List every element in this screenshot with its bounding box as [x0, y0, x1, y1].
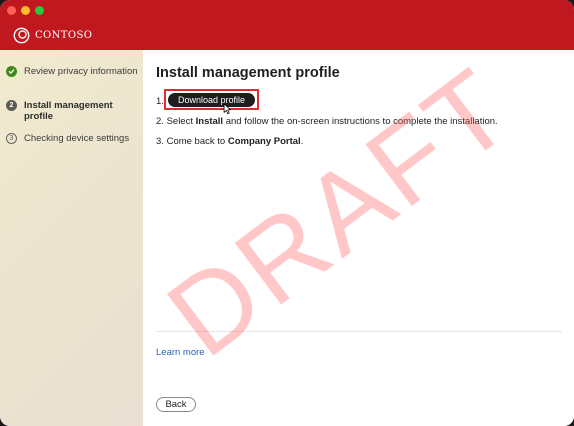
contoso-logo-icon [13, 27, 30, 43]
instruction-text: Select [166, 116, 196, 127]
app-window: CONTOSO Review privacy information 2 Ins… [0, 0, 574, 426]
instruction-emphasis: Install [195, 116, 224, 127]
sidebar-step-label: Review privacy information [24, 66, 138, 77]
step-number: 1. [156, 96, 164, 107]
sidebar-step-review-privacy: Review privacy information [6, 66, 140, 77]
pointer-cursor-icon [223, 103, 231, 115]
step-number: 2. [156, 116, 164, 127]
sidebar-step-install-profile: 2 Install management profile [6, 100, 140, 122]
minimize-window-button[interactable] [21, 6, 30, 15]
title-bar: CONTOSO [0, 0, 574, 50]
sidebar-step-label: Checking device settings [24, 133, 130, 144]
instruction-text: and follow the on-screen instructions to… [223, 116, 498, 127]
main-content: Install management profile 1. Download p… [143, 50, 574, 426]
step-number-icon: 3 [6, 133, 17, 144]
zoom-window-button[interactable] [35, 6, 44, 15]
page-title: Install management profile [156, 65, 340, 81]
step-number: 3. [156, 136, 164, 147]
instruction-text: Come back to [166, 136, 228, 147]
brand: CONTOSO [13, 26, 92, 44]
sidebar-step-label: Install management profile [24, 100, 113, 122]
close-window-button[interactable] [7, 6, 16, 15]
instruction-text: . [300, 136, 304, 147]
sidebar-step-checking-settings: 3 Checking device settings [6, 133, 140, 144]
sidebar: Review privacy information 2 Install man… [0, 50, 143, 426]
instruction-step-2: 2. Select Install and follow the on-scre… [156, 116, 498, 127]
step-number-icon: 2 [6, 100, 17, 111]
checkmark-icon [6, 66, 17, 77]
instruction-emphasis: Company Portal [227, 136, 301, 147]
instruction-step-3: 3. Come back to Company Portal. [156, 136, 303, 147]
brand-name: CONTOSO [35, 29, 93, 41]
back-button[interactable]: Back [156, 397, 196, 412]
download-profile-button[interactable]: Download profile [168, 93, 255, 107]
instruction-step-1: 1. [156, 96, 164, 107]
divider [156, 331, 562, 332]
learn-more-link[interactable]: Learn more [156, 347, 205, 358]
